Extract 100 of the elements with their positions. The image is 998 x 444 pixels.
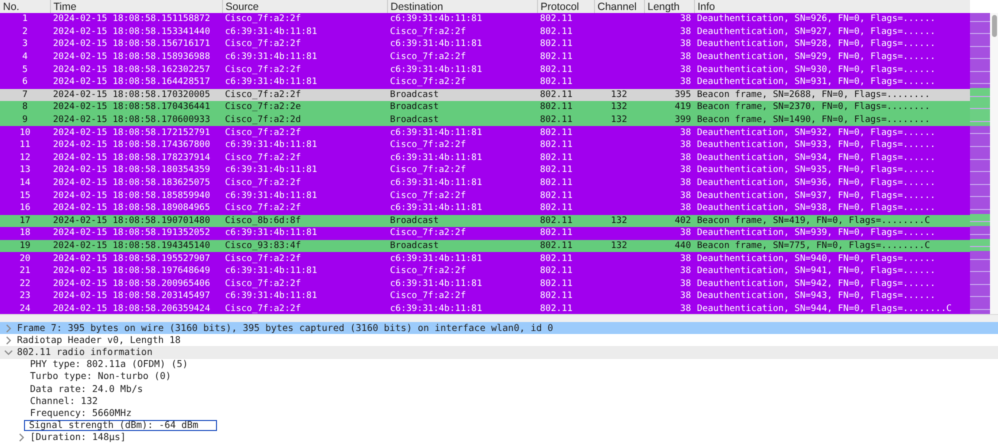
column-header[interactable]: Source <box>222 0 387 13</box>
table-cell: Deauthentication, SN=926, FN=0, Flags=...... <box>697 14 936 24</box>
table-cell: 419 <box>674 102 691 112</box>
table-cell: c6:39:31:4b:11:81 <box>390 304 482 314</box>
table-cell: Deauthentication, SN=934, FN=0, Flags=...... <box>697 152 936 163</box>
table-cell: 399 <box>674 115 691 126</box>
chevron-right-icon[interactable] <box>4 324 13 333</box>
table-cell: c6:39:31:4b:11:81 <box>390 128 482 138</box>
vertical-scrollbar[interactable] <box>990 13 998 314</box>
table-cell: 802.11 <box>540 203 573 214</box>
table-cell: 38 <box>680 26 691 37</box>
table-cell: 440 <box>674 240 691 251</box>
table-cell: 21 <box>20 266 30 276</box>
column-header[interactable]: Destination <box>387 0 537 13</box>
table-cell: Cisco_7f:a2:2f <box>225 64 301 75</box>
table-cell: 7 <box>22 90 28 100</box>
detail-line: Data rate: 24.0 Mb/s <box>30 384 143 395</box>
table-cell: 2024-02-15 18:08:58.190701480 <box>53 216 210 226</box>
table-cell: c6:39:31:4b:11:81 <box>390 178 482 188</box>
table-cell: c6:39:31:4b:11:81 <box>225 140 318 150</box>
table-cell: 24 <box>20 304 30 314</box>
table-cell: 16 <box>20 203 30 214</box>
table-cell: Deauthentication, SN=942, FN=0, Flags=...... <box>697 278 936 289</box>
detail-line: [Duration: 148µs] <box>30 432 126 444</box>
table-cell: 132 <box>610 115 628 126</box>
table-cell: 38 <box>680 278 691 289</box>
chevron-right-icon[interactable] <box>4 336 13 345</box>
table-cell: Beacon frame, SN=1490, FN=0, Flags=........ <box>697 115 930 126</box>
table-cell: 2024-02-15 18:08:58.170436441 <box>53 102 210 112</box>
table-cell: Deauthentication, SN=936, FN=0, Flags=...... <box>697 178 936 188</box>
table-cell: 1 <box>22 14 28 24</box>
table-cell: 11 <box>20 140 30 150</box>
column-header[interactable]: No. <box>0 0 50 13</box>
table-cell: 38 <box>680 190 691 201</box>
table-cell: Cisco_7f:a2:2f <box>390 266 466 276</box>
table-cell: c6:39:31:4b:11:81 <box>225 190 318 201</box>
table-cell: c6:39:31:4b:11:81 <box>225 228 318 238</box>
table-cell: 802.11 <box>540 178 573 188</box>
detail-line: Radiotap Header v0, Length 18 <box>17 334 181 346</box>
table-cell: 2024-02-15 18:08:58.185859940 <box>53 190 210 201</box>
table-cell: Beacon frame, SN=419, FN=0, Flags=........C <box>697 216 930 226</box>
table-cell: 9 <box>22 115 28 126</box>
table-cell: Broadcast <box>390 90 439 100</box>
table-cell: Deauthentication, SN=930, FN=0, Flags=...... <box>697 64 936 75</box>
table-cell: 802.11 <box>540 77 573 88</box>
table-cell: c6:39:31:4b:11:81 <box>390 39 482 50</box>
table-cell: 802.11 <box>540 228 573 238</box>
table-cell: Deauthentication, SN=939, FN=0, Flags=...... <box>697 228 936 238</box>
table-cell: c6:39:31:4b:11:81 <box>390 254 482 264</box>
table-cell: 402 <box>674 216 691 226</box>
column-header[interactable]: Info <box>694 0 970 13</box>
table-cell: c6:39:31:4b:11:81 <box>225 26 318 37</box>
table-cell: 38 <box>680 39 691 50</box>
table-cell: Beacon frame, SN=2688, FN=0, Flags=........ <box>697 90 930 100</box>
table-cell: 38 <box>680 152 691 163</box>
table-cell: Cisco_7f:a2:2f <box>390 52 466 62</box>
table-cell: Deauthentication, SN=929, FN=0, Flags=...... <box>697 52 936 62</box>
chevron-down-icon[interactable] <box>4 348 13 357</box>
detail-line: Channel: 132 <box>30 396 98 407</box>
table-cell: Deauthentication, SN=933, FN=0, Flags=...... <box>697 140 936 150</box>
table-cell: 2 <box>22 26 28 37</box>
horizontal-scrollbar[interactable] <box>0 314 998 322</box>
table-cell: 38 <box>680 64 691 75</box>
table-cell: c6:39:31:4b:11:81 <box>225 291 318 302</box>
table-cell: 802.11 <box>540 266 573 276</box>
table-cell: Cisco_7f:a2:2f <box>225 278 301 289</box>
table-cell: 14 <box>20 178 30 188</box>
table-cell: Broadcast <box>390 216 439 226</box>
column-header[interactable]: Length <box>644 0 694 13</box>
table-cell: 802.11 <box>540 14 573 24</box>
table-cell: Cisco_7f:a2:2d <box>225 115 301 126</box>
table-cell: 802.11 <box>540 115 573 126</box>
table-cell: 2024-02-15 18:08:58.183625075 <box>53 178 210 188</box>
table-cell: Cisco_8b:6d:8f <box>225 216 301 226</box>
table-cell: 38 <box>680 128 691 138</box>
chevron-right-icon[interactable] <box>17 433 26 442</box>
table-cell: c6:39:31:4b:11:81 <box>390 14 482 24</box>
table-cell: Cisco_7f:a2:2f <box>225 90 301 100</box>
table-cell: c6:39:31:4b:11:81 <box>390 152 482 163</box>
column-header[interactable]: Protocol <box>537 0 594 13</box>
table-cell: c6:39:31:4b:11:81 <box>225 77 318 88</box>
column-header[interactable]: Time <box>50 0 222 13</box>
table-cell: c6:39:31:4b:11:81 <box>390 278 482 289</box>
table-cell: 15 <box>20 190 30 201</box>
table-cell: Deauthentication, SN=944, FN=0, Flags=........C <box>697 304 952 314</box>
column-header[interactable]: Channel <box>594 0 644 13</box>
table-cell: 2024-02-15 18:08:58.203145497 <box>53 291 210 302</box>
table-cell: 2024-02-15 18:08:58.191352052 <box>53 228 210 238</box>
table-cell: Cisco_7f:a2:2f <box>390 165 466 176</box>
table-cell: 2024-02-15 18:08:58.170320005 <box>53 90 210 100</box>
table-cell: 38 <box>680 304 691 314</box>
detail-line: 802.11 radio information <box>17 346 152 358</box>
table-cell: 5 <box>22 64 28 75</box>
table-cell: 2024-02-15 18:08:58.197648649 <box>53 266 210 276</box>
table-cell: Deauthentication, SN=938, FN=0, Flags=...... <box>697 203 936 214</box>
table-cell: 802.11 <box>540 52 573 62</box>
table-cell: 20 <box>20 254 30 264</box>
table-cell: 2024-02-15 18:08:58.200965406 <box>53 278 210 289</box>
table-cell: 2024-02-15 18:08:58.178237914 <box>53 152 210 163</box>
table-cell: 38 <box>680 254 691 264</box>
